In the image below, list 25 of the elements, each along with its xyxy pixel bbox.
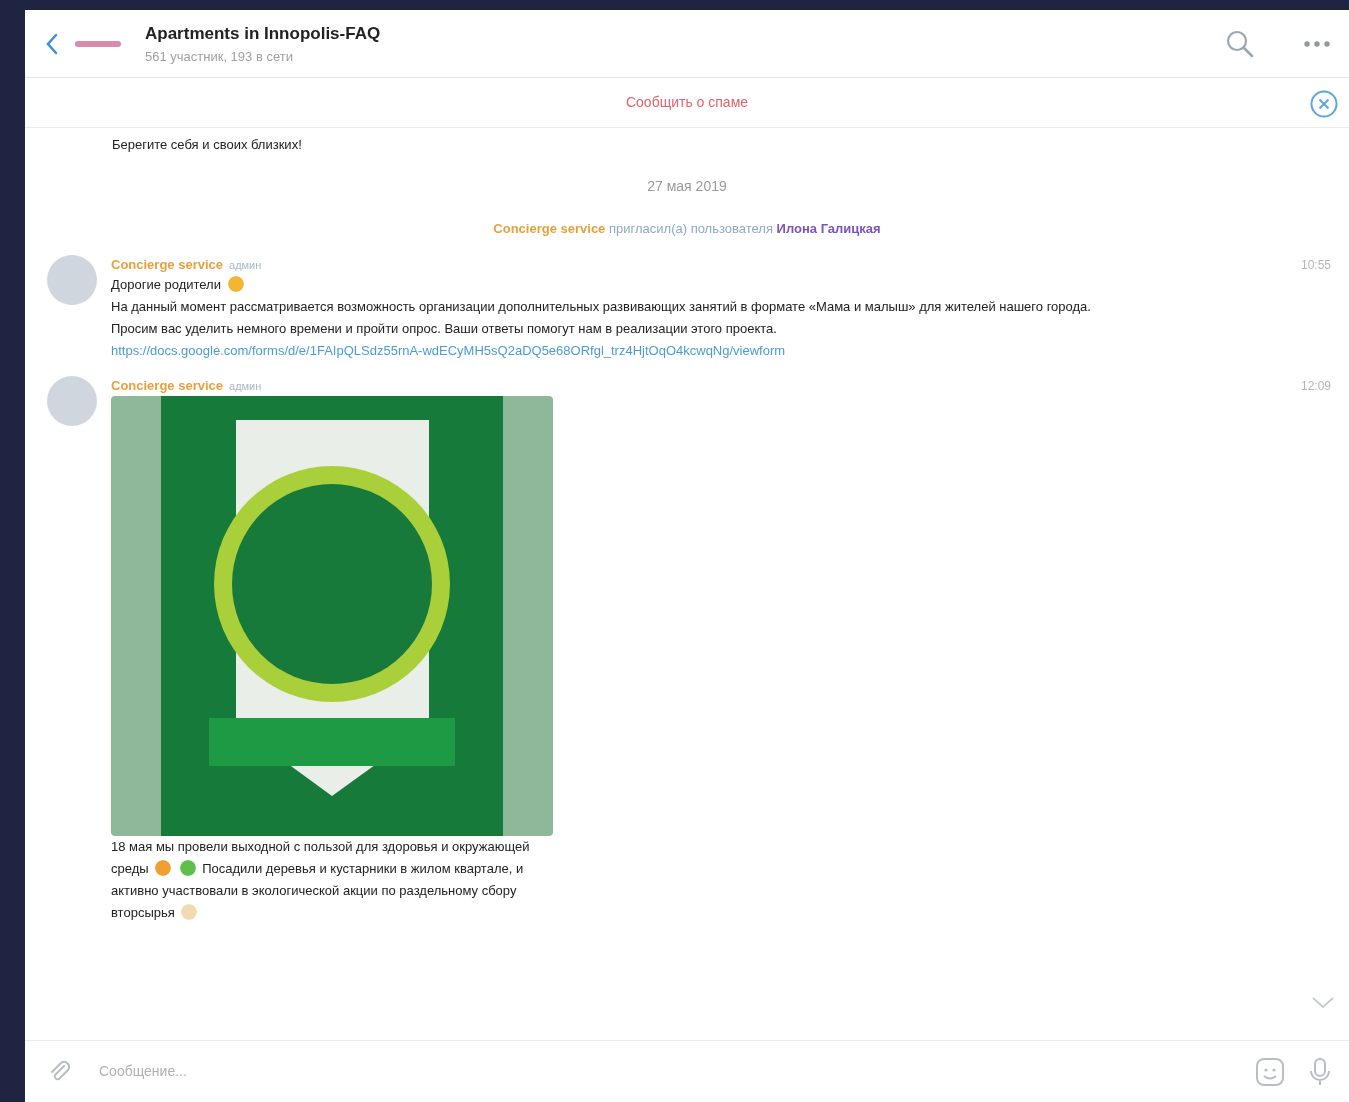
redaction-mark [75, 40, 121, 47]
more-icon[interactable] [1303, 39, 1331, 48]
avatar[interactable] [47, 254, 97, 305]
sender-name[interactable]: Concierge service [111, 254, 223, 275]
message-time: 10:55 [1300, 256, 1331, 274]
service-message: Concierge service пригласил(а) пользователя Илона Галицкая [492, 220, 882, 239]
role-label: админ [229, 379, 262, 395]
chevron-down-icon[interactable] [1311, 996, 1335, 1010]
message-text: Берегите себя и своих близких! [111, 136, 303, 154]
message-text: Дорогие родители На данный момент рассматривается возможность организации дополнительных развивающих занятий в формате «Мама и малыш» для жителей нашего города. Просим вас уделить немного времени и пройти опрос. Ваши ответы помогут нам в реализации этого проекта. https://docs.google.com/forms/d/e/1FAIpQLSdz55rnA-wdECyMH5sQ2aDQ5e68ORfgl_trz4HjtOqO4kcwqNg/viewform [111, 275, 1092, 361]
message-time: 12:09 [1300, 378, 1331, 396]
message-text: 18 мая мы провели выходной с пользой для здоровья и окружающей среды Посадили деревья и кустарники в жилом квартале, и активно участвовали в экологической акции по раздельному сбору вторсырья [111, 837, 531, 923]
back-icon[interactable] [45, 32, 59, 55]
close-icon[interactable] [1309, 89, 1339, 119]
role-label: админ [229, 257, 262, 273]
member-count: 561 участник, 193 в сети [145, 47, 294, 66]
microphone-icon[interactable] [1309, 1056, 1331, 1087]
search-icon[interactable] [1225, 28, 1255, 59]
report-spam-link[interactable]: Сообщить о спаме [619, 91, 755, 114]
date-divider: 27 мая 2019 [646, 177, 728, 197]
sticker-icon[interactable] [1255, 1056, 1285, 1087]
chat-title: Apartments in Innopolis-FAQ [145, 23, 381, 45]
survey-link[interactable]: https://docs.google.com/forms/d/e/1FAIpQLSdz55rnA-wdECyMH5sQ2aDQ5e68ORfgl_trz4HjtOqO4kcwqNg/viewform [111, 343, 786, 359]
sender-name[interactable]: Concierge service [111, 376, 223, 396]
avatar[interactable] [47, 376, 97, 427]
